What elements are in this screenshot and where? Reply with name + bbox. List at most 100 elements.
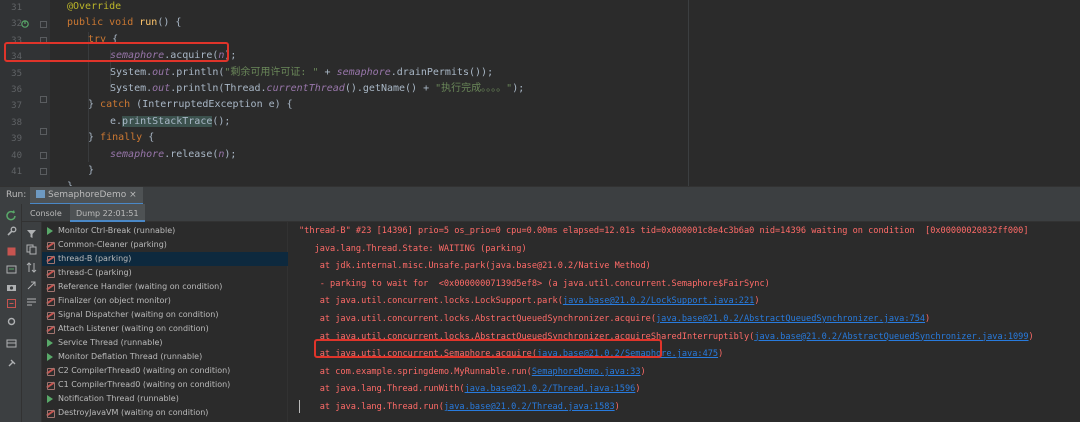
fold-marker[interactable] — [40, 128, 47, 135]
thread-item[interactable]: C2 CompilerThread0 (waiting on condition… — [42, 364, 288, 378]
code-line[interactable]: System.out.println("剩余可用许可证: " + semapho… — [110, 65, 493, 81]
wrench-icon[interactable] — [6, 226, 17, 237]
pin-icon[interactable] — [6, 358, 17, 369]
thread-item[interactable]: Monitor Deflation Thread (runnable) — [42, 350, 288, 364]
stack-text: at jdk.internal.misc.Unsafe.park(java.ba… — [299, 261, 651, 272]
tab-console[interactable]: Console — [30, 204, 62, 222]
line-number[interactable]: 37 — [0, 101, 22, 111]
fold-marker[interactable] — [40, 168, 47, 175]
thread-label: Service Thread (runnable) — [58, 338, 163, 347]
code-line[interactable]: @Override — [67, 0, 121, 15]
sort-icon[interactable] — [26, 262, 37, 273]
thread-item[interactable]: C1 CompilerThread0 (waiting on condition… — [42, 378, 288, 392]
thread-item[interactable]: Notification Thread (runnable) — [42, 392, 288, 406]
thread-label: C1 CompilerThread0 (waiting on condition… — [58, 380, 231, 389]
rerun-icon[interactable] — [6, 210, 17, 221]
running-thread-icon — [46, 227, 54, 235]
override-gutter-icon[interactable] — [21, 20, 29, 28]
running-thread-icon — [46, 339, 54, 347]
source-link[interactable]: SemaphoreDemo.java:33 — [532, 367, 641, 377]
stack-trace-panel[interactable]: "thread-B" #23 [14396] prio=5 os_prio=0 … — [289, 222, 1080, 422]
stack-line: at java.lang.Thread.run(java.base@21.0.2… — [299, 401, 620, 413]
source-link[interactable]: java.base@21.0.2/Thread.java:1583 — [444, 402, 615, 412]
code-line[interactable]: e.printStackTrace(); — [110, 114, 230, 130]
code-line[interactable]: System.out.println(Thread.currentThread(… — [110, 81, 524, 97]
code-line[interactable]: semaphore.release(n); — [110, 147, 236, 163]
source-link[interactable]: java.base@21.0.2/AbstractQueuedSynchroni… — [656, 314, 925, 324]
copy-icon[interactable] — [26, 244, 37, 255]
fold-marker[interactable] — [40, 21, 47, 28]
thread-item[interactable]: Finalizer (on object monitor) — [42, 294, 288, 308]
source-link[interactable]: java.base@21.0.2/AbstractQueuedSynchroni… — [754, 332, 1028, 342]
stack-text: java.lang.Thread.State: WAITING (parking… — [299, 243, 527, 254]
thread-item[interactable]: Service Thread (runnable) — [42, 336, 288, 350]
collapse-icon[interactable] — [26, 280, 37, 291]
filter-icon[interactable] — [26, 228, 37, 239]
camera-icon[interactable] — [6, 282, 17, 293]
thread-item[interactable]: Reference Handler (waiting on condition) — [42, 280, 288, 294]
code-token: ().getName() + — [344, 83, 436, 94]
code-token: (); — [212, 115, 231, 127]
code-token: { — [148, 132, 155, 144]
run-config-tab[interactable]: SemaphoreDemo × — [30, 187, 143, 205]
code-area[interactable]: @Override public void run() {try {semapho… — [50, 0, 1080, 186]
dump-threads-icon[interactable] — [6, 264, 17, 275]
stack-text: ) — [718, 349, 724, 360]
stack-text: ) — [635, 384, 641, 395]
stack-text: - parking to wait for <0x00000007139d5ef… — [299, 278, 770, 289]
stack-text: at java.lang.Thread.run( — [299, 402, 444, 412]
code-line[interactable]: } — [67, 179, 73, 186]
line-number[interactable]: 38 — [0, 118, 22, 128]
line-number[interactable]: 31 — [0, 3, 22, 13]
thread-label: Common-Cleaner (parking) — [58, 240, 167, 249]
code-token: ); — [224, 148, 237, 160]
code-token: "执行完成。。。。" — [435, 83, 513, 94]
merge-icon[interactable] — [26, 296, 37, 307]
code-token: .drainPermits()); — [390, 66, 494, 78]
code-token: printStackTrace — [122, 115, 213, 127]
thread-list[interactable]: Monitor Ctrl-Break (runnable) Common-Clea… — [42, 222, 288, 422]
layout-icon[interactable] — [6, 338, 17, 349]
stop-icon[interactable] — [6, 246, 17, 257]
right-margin-guide — [688, 0, 689, 186]
thread-item[interactable]: Attach Listener (waiting on condition) — [42, 322, 288, 336]
code-token: + — [318, 66, 337, 78]
code-line[interactable]: } — [88, 163, 94, 179]
thread-item[interactable]: Signal Dispatcher (waiting on condition) — [42, 308, 288, 322]
thread-item[interactable]: thread-B (parking) — [42, 252, 288, 266]
code-line[interactable]: } finally { — [88, 130, 154, 146]
line-number[interactable]: 40 — [0, 151, 22, 161]
code-token: finally — [100, 132, 149, 144]
line-number[interactable]: 41 — [0, 167, 22, 177]
export-icon[interactable] — [6, 298, 17, 309]
thread-item[interactable]: DestroyJavaVM (waiting on condition) — [42, 406, 288, 420]
thread-item[interactable]: thread-C (parking) — [42, 266, 288, 280]
fold-marker[interactable] — [40, 96, 47, 103]
thread-label: Signal Dispatcher (waiting on condition) — [58, 310, 219, 319]
fold-marker[interactable] — [40, 152, 47, 159]
code-token: ); — [512, 83, 525, 94]
code-token: () { — [157, 17, 182, 29]
waiting-thread-icon — [46, 367, 55, 376]
tab-dump[interactable]: Dump 22:01:51 — [70, 204, 145, 222]
line-number[interactable]: 36 — [0, 85, 22, 95]
thread-item[interactable]: Monitor Ctrl-Break (runnable) — [42, 224, 288, 238]
line-number[interactable]: 32 — [0, 19, 22, 29]
source-link[interactable]: java.base@21.0.2/Thread.java:1596 — [465, 384, 636, 394]
waiting-thread-icon — [46, 283, 55, 292]
code-token: } — [88, 132, 101, 144]
code-line[interactable]: public void run() { — [67, 15, 181, 31]
source-link[interactable]: java.base@21.0.2/LockSupport.java:221 — [563, 296, 754, 306]
thread-label: thread-B (parking) — [58, 254, 132, 263]
line-number[interactable]: 39 — [0, 134, 22, 144]
code-token: @Override — [67, 1, 122, 12]
code-editor[interactable]: 31 32 33 34 35 36 37 38 39 40 41 @Override public v… — [0, 0, 1080, 186]
code-line[interactable]: } catch (InterruptedException e) { — [88, 97, 293, 113]
thread-item[interactable]: Common-Cleaner (parking) — [42, 238, 288, 252]
settings-icon[interactable] — [6, 316, 17, 327]
dump-toolbar — [22, 222, 42, 422]
thread-label: Monitor Ctrl-Break (runnable) — [58, 226, 176, 235]
code-token: .release( — [164, 148, 219, 160]
line-number[interactable]: 35 — [0, 69, 22, 79]
java-app-icon — [36, 190, 45, 198]
